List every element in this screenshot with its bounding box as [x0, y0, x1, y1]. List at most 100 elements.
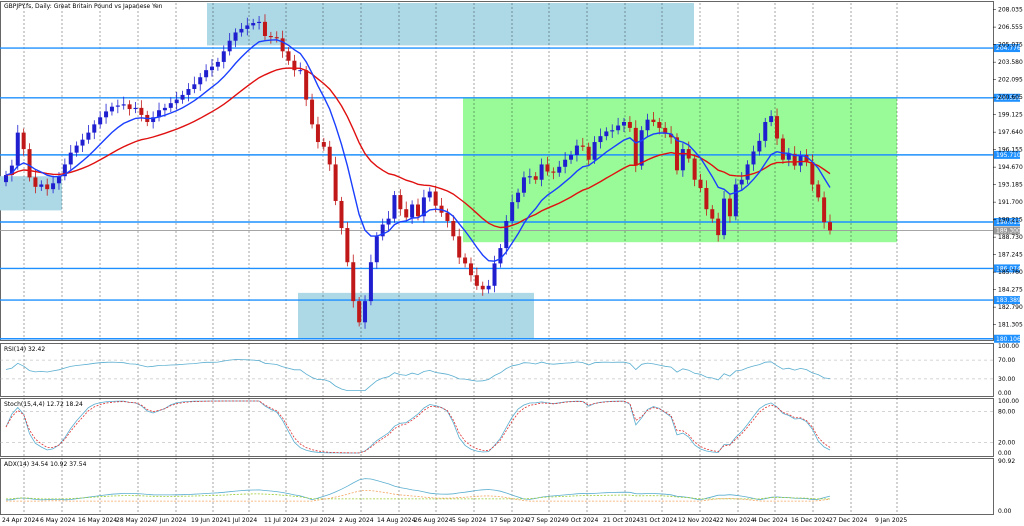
candle-body — [745, 164, 750, 180]
y-tick-label: 206.555 — [998, 24, 1023, 31]
indicator-tick-label: 100.00 — [998, 398, 1019, 405]
indicator-tick-label: 70.00 — [998, 357, 1015, 364]
x-tick-label: 24 Apr 2024 — [2, 517, 39, 524]
candle-body — [98, 117, 103, 125]
candle-body — [109, 106, 114, 112]
candle-body — [822, 197, 827, 223]
x-tick-label: 31 Oct 2024 — [640, 517, 677, 524]
candle-body — [204, 70, 209, 78]
candle-body — [474, 275, 479, 286]
candle-body — [315, 124, 320, 143]
price-zone — [207, 3, 694, 46]
x-tick-label: 23 Jul 2024 — [301, 517, 335, 524]
x-tick-label: 28 May 2024 — [116, 517, 155, 524]
candle-body — [198, 77, 203, 85]
price-level-label: 183.389 — [996, 297, 1021, 304]
indicator-tick-label: 90.92 — [998, 458, 1015, 465]
y-tick-label: 191.700 — [998, 199, 1023, 206]
indicator-tick-label: 30.00 — [998, 376, 1015, 383]
candle-body — [386, 218, 391, 225]
y-tick-label: 194.670 — [998, 164, 1023, 171]
candle-body — [139, 107, 144, 115]
candle-body — [92, 124, 97, 133]
candle-body — [716, 218, 721, 236]
y-tick-label: 203.580 — [998, 59, 1023, 66]
candle-body — [463, 257, 468, 264]
x-tick-label: 26 Aug 2024 — [414, 517, 453, 524]
candle-body — [21, 132, 26, 150]
candle-body — [810, 162, 815, 185]
candle-body — [598, 136, 603, 143]
candle-body — [357, 301, 362, 323]
candle-body — [580, 145, 585, 147]
y-tick-label: 190.215 — [998, 217, 1023, 224]
candle-body — [333, 164, 338, 201]
x-tick-label: 12 Nov 2024 — [678, 517, 717, 524]
indicator-tick-label: 20.00 — [998, 440, 1015, 447]
candle-body — [15, 132, 20, 166]
chart-background — [0, 1, 994, 515]
candle-body — [616, 125, 621, 131]
x-tick-label: 27 Sep 2024 — [527, 517, 565, 524]
candle-body — [786, 153, 791, 160]
candle-body — [398, 195, 403, 210]
candle-body — [180, 94, 185, 100]
chart-title: GBPJPY.fs, Daily: Great Britain Pound vs… — [4, 3, 163, 10]
x-tick-label: 22 Nov 2024 — [716, 517, 755, 524]
candle-body — [274, 37, 279, 39]
candle-body — [698, 179, 703, 188]
candle-body — [351, 262, 356, 302]
candle-body — [622, 122, 626, 126]
candle-body — [816, 184, 821, 198]
y-tick-label: 193.185 — [998, 182, 1023, 189]
y-tick-label: 196.155 — [998, 147, 1023, 154]
candle-body — [828, 222, 832, 231]
candle-body — [86, 132, 91, 140]
x-tick-label: 27 Dec 2024 — [829, 517, 868, 524]
candle-body — [39, 184, 44, 187]
x-tick-label: 4 Dec 2024 — [753, 517, 788, 524]
indicator-tick-label: 80.00 — [998, 408, 1015, 415]
candle-body — [74, 145, 79, 153]
y-tick-label: 197.640 — [998, 129, 1023, 136]
candle-body — [210, 66, 214, 71]
indicator-tick-label: 0.00 — [998, 508, 1012, 515]
candle-body — [339, 200, 344, 229]
price-zones — [0, 3, 897, 339]
indicator-tick-label: 0.00 — [998, 450, 1012, 457]
candle-body — [633, 127, 638, 166]
candle-body — [80, 139, 85, 146]
candle-body — [739, 179, 744, 185]
candle-body — [480, 285, 485, 290]
y-tick-label: 184.275 — [998, 287, 1023, 294]
candle-body — [257, 21, 262, 24]
candle-body — [233, 32, 238, 41]
trading-chart: 204.776200.556195.710190.015189.300186.0… — [0, 1, 1023, 524]
candle-body — [433, 191, 438, 206]
candle-body — [486, 285, 491, 290]
indicator-tick-label: 100.00 — [998, 343, 1019, 350]
x-tick-label: 21 Oct 2024 — [603, 517, 640, 524]
x-tick-label: 5 Sep 2024 — [452, 517, 486, 524]
candle-body — [304, 70, 309, 100]
candle-body — [733, 184, 738, 217]
candle-body — [104, 111, 109, 118]
y-tick-label: 188.730 — [998, 234, 1023, 241]
candle-body — [186, 89, 191, 95]
candle-body — [798, 155, 803, 166]
x-tick-label: 14 Aug 2024 — [377, 517, 416, 524]
candle-body — [627, 122, 632, 128]
candle-body — [51, 183, 56, 190]
candle-body — [416, 204, 420, 217]
x-tick-label: 9 Jan 2025 — [875, 517, 907, 524]
candle-body — [133, 107, 138, 110]
candle-body — [563, 159, 568, 167]
x-tick-label: 17 Sep 2024 — [490, 517, 528, 524]
candle-body — [710, 209, 715, 219]
indicator-frame — [0, 343, 994, 397]
candle-body — [610, 130, 615, 132]
indicator-frame — [0, 398, 994, 457]
candle-body — [239, 28, 244, 33]
candle-body — [657, 122, 662, 128]
candle-body — [586, 146, 591, 160]
